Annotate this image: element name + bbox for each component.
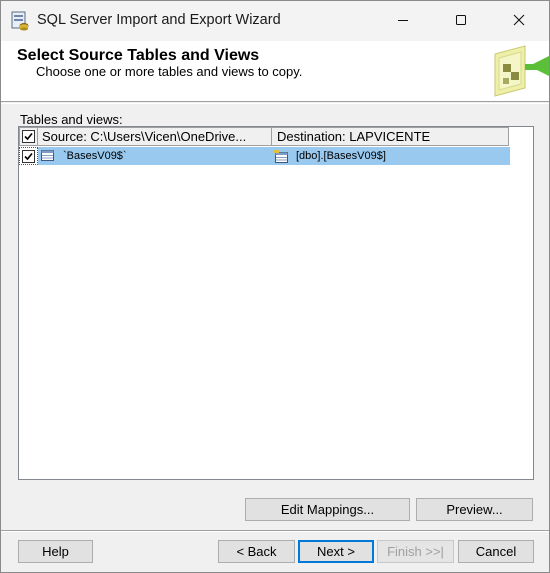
- preview-button[interactable]: Preview...: [416, 498, 533, 521]
- edit-table-icon: [274, 149, 288, 163]
- edit-mappings-button[interactable]: Edit Mappings...: [245, 498, 410, 521]
- close-icon: [513, 14, 525, 29]
- page-subtitle: Choose one or more tables and views to c…: [36, 64, 303, 79]
- select-all-cell[interactable]: [19, 127, 38, 146]
- check-icon: [24, 132, 33, 141]
- maximize-icon: [455, 14, 467, 29]
- table-row[interactable]: `BasesV09$` [dbo].[BasesV09$]: [19, 147, 510, 165]
- grid-header: Source: C:\Users\Vicen\OneDrive... Desti…: [19, 127, 510, 146]
- tables-grid[interactable]: Source: C:\Users\Vicen\OneDrive... Desti…: [18, 126, 534, 480]
- select-all-checkbox[interactable]: [22, 130, 35, 143]
- minimize-icon: [397, 14, 409, 29]
- title-bar[interactable]: SQL Server Import and Export Wizard: [1, 1, 549, 41]
- tables-views-label: Tables and views:: [20, 112, 123, 127]
- source-column-header[interactable]: Source: C:\Users\Vicen\OneDrive...: [38, 127, 272, 146]
- check-icon: [24, 152, 33, 160]
- maximize-button[interactable]: [438, 1, 484, 41]
- destination-table-name: [dbo].[BasesV09$]: [296, 150, 386, 162]
- header-divider: [1, 103, 549, 104]
- close-button[interactable]: [496, 1, 542, 41]
- destination-cell[interactable]: [dbo].[BasesV09$]: [272, 147, 510, 165]
- minimize-button[interactable]: [380, 1, 426, 41]
- footer-divider-highlight: [1, 531, 549, 532]
- cancel-button[interactable]: Cancel: [458, 540, 534, 563]
- source-cell[interactable]: `BasesV09$`: [38, 147, 272, 165]
- page-title: Select Source Tables and Views: [17, 47, 260, 64]
- wizard-header: Select Source Tables and Views Choose on…: [1, 41, 549, 102]
- window-title: SQL Server Import and Export Wizard: [37, 12, 281, 28]
- next-button[interactable]: Next >: [298, 540, 374, 563]
- table-icon: [41, 150, 55, 162]
- row-checkbox[interactable]: [22, 149, 35, 163]
- wizard-window: SQL Server Import and Export Wizard Sele…: [0, 0, 550, 573]
- destination-column-header[interactable]: Destination: LAPVICENTE: [272, 127, 509, 146]
- help-button[interactable]: Help: [18, 540, 93, 563]
- row-check-cell[interactable]: [19, 147, 38, 165]
- source-table-name: `BasesV09$`: [63, 150, 127, 162]
- back-button[interactable]: < Back: [218, 540, 295, 563]
- wizard-banner-icon: [489, 44, 549, 100]
- wizard-app-icon: [11, 11, 29, 31]
- finish-button: Finish >>|: [377, 540, 454, 563]
